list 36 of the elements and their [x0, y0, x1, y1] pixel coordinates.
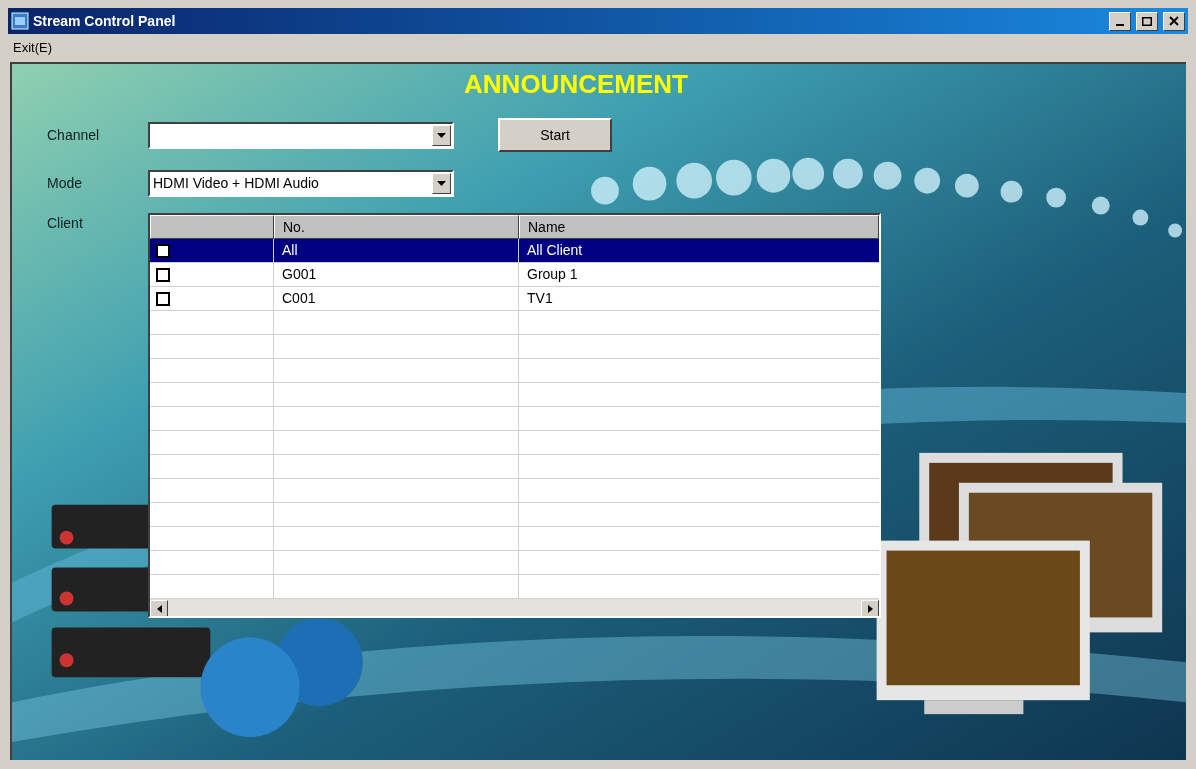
scroll-left-icon	[156, 604, 162, 613]
column-header[interactable]: No.	[274, 215, 519, 239]
field-label: Mode	[46, 174, 84, 193]
column-header[interactable]: Name	[519, 215, 879, 239]
table-cell-text: All Client	[526, 241, 584, 260]
table-cell: C001	[274, 287, 519, 310]
window-title: Stream Control Panel	[33, 11, 176, 31]
column-header[interactable]	[150, 215, 274, 239]
maximize-button[interactable]	[1136, 11, 1158, 31]
table-row[interactable]: G001 Group 1	[150, 263, 879, 287]
announcement-heading: ANNOUNCEMENT	[464, 68, 688, 100]
checkbox[interactable]	[156, 291, 170, 306]
close-button[interactable]	[1163, 11, 1185, 31]
maximize-icon	[1142, 16, 1152, 26]
checkbox[interactable]	[156, 267, 170, 282]
app-icon	[11, 12, 29, 30]
dropdown-field[interactable]: HDMI Video + HDMI Audio	[148, 170, 454, 197]
field-label: Channel	[46, 125, 101, 145]
table-row[interactable]: All All Client	[150, 239, 879, 263]
client-label: Client	[46, 214, 84, 233]
minimize-button[interactable]	[1109, 11, 1131, 31]
checkbox[interactable]	[156, 243, 170, 258]
scroll-right-icon	[867, 604, 873, 613]
horizontal-scrollbar[interactable]	[150, 599, 879, 616]
dropdown-field[interactable]	[148, 121, 454, 149]
table-cell-text: TV1	[526, 289, 554, 308]
dropdown-arrow-icon	[437, 181, 446, 186]
minimize-icon	[1116, 23, 1124, 26]
table-cell: G001	[274, 263, 519, 286]
start-button[interactable]: Start	[498, 118, 612, 152]
table-cell: All	[274, 239, 519, 262]
close-icon	[1169, 16, 1179, 26]
menu-item[interactable]: Exit(E)	[10, 38, 55, 58]
table-cell-text: Group 1	[526, 265, 579, 284]
table-row[interactable]: C001 TV1	[150, 287, 879, 311]
dropdown-arrow-icon	[437, 132, 446, 138]
